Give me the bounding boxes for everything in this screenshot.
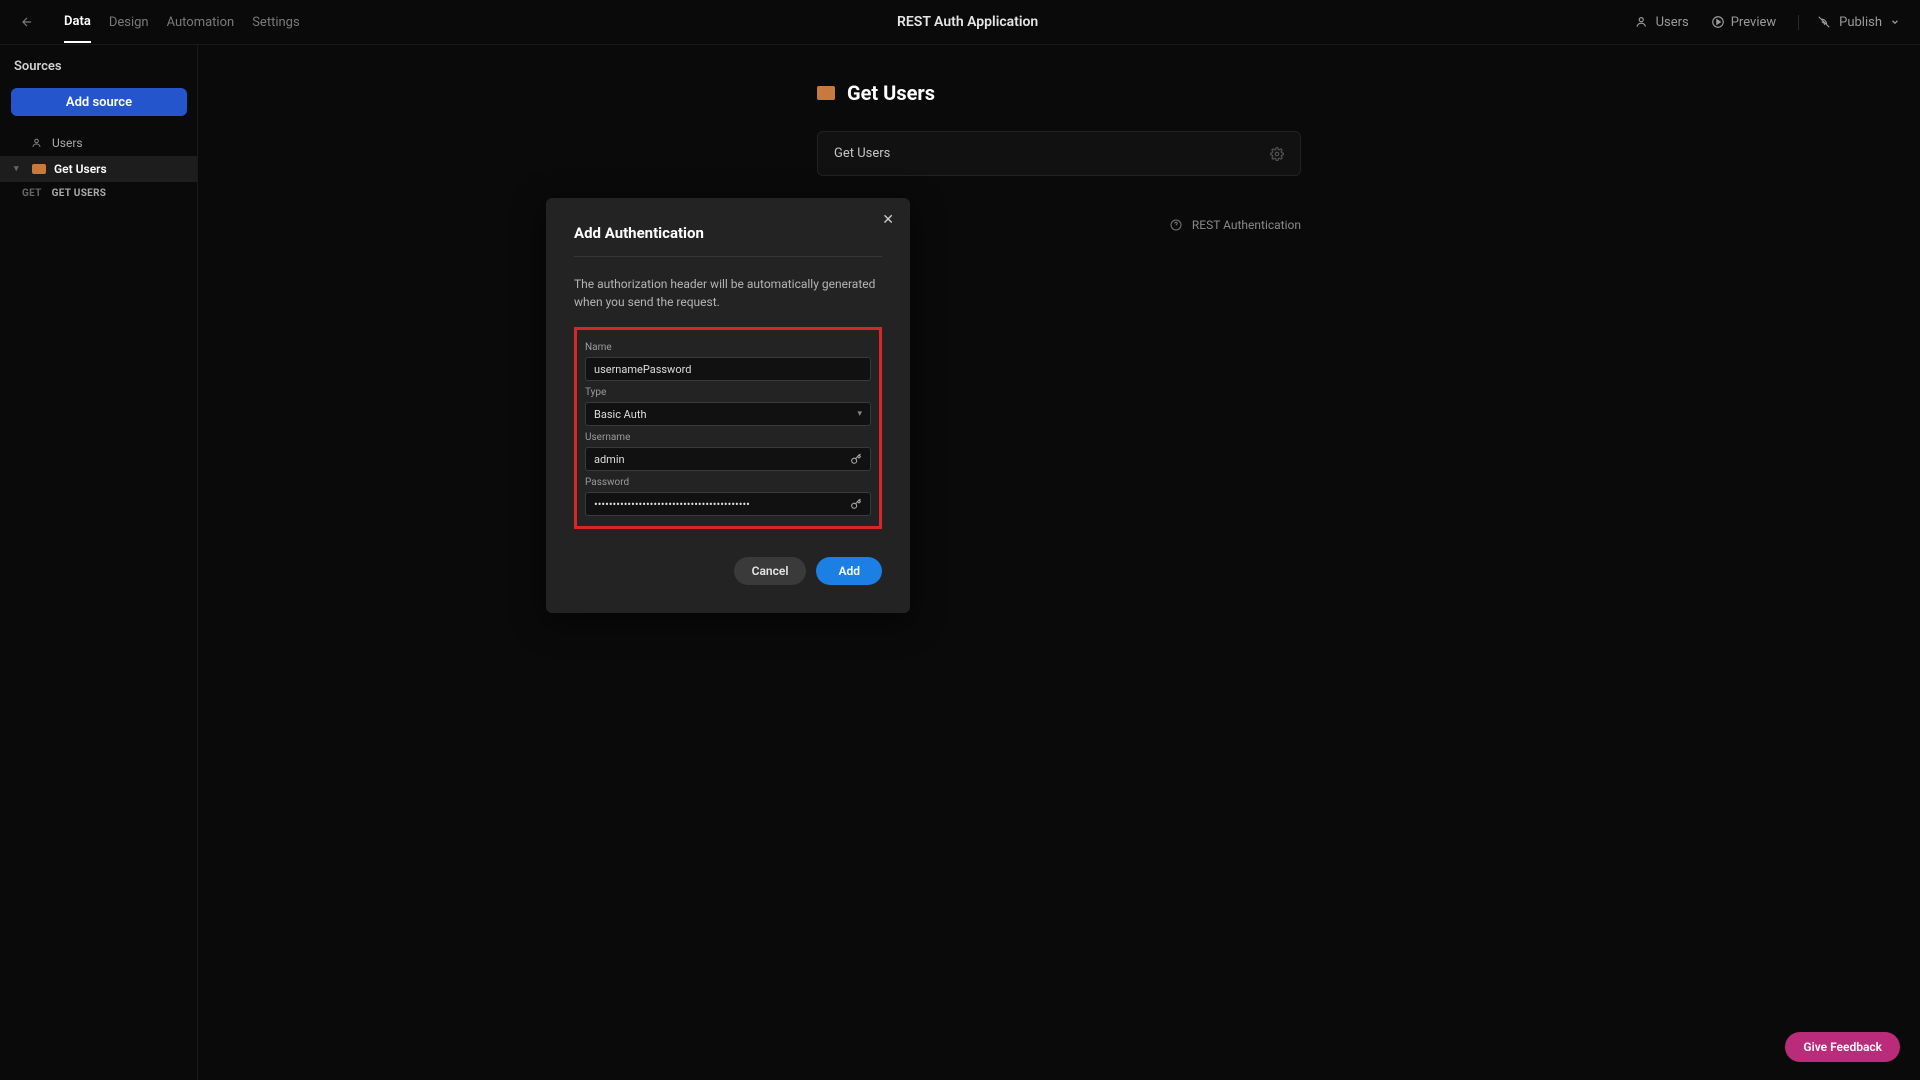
cancel-button[interactable]: Cancel xyxy=(734,557,807,585)
users-link[interactable]: Users xyxy=(1636,15,1689,30)
username-input[interactable] xyxy=(585,447,871,471)
layout: Sources Add source Users ▾ Get Users GET… xyxy=(0,45,1920,1080)
preview-link[interactable]: Preview xyxy=(1711,15,1776,30)
sidebar-item-get-users[interactable]: ▾ Get Users xyxy=(0,156,197,182)
type-value: Basic Auth xyxy=(594,408,647,421)
play-icon xyxy=(1711,15,1725,29)
password-input[interactable] xyxy=(585,492,871,516)
tab-settings[interactable]: Settings xyxy=(252,3,299,42)
users-icon xyxy=(1636,15,1650,29)
back-arrow-icon[interactable] xyxy=(20,15,34,29)
page-title: Get Users xyxy=(847,81,935,105)
chevron-down-icon xyxy=(1890,17,1900,27)
key-icon[interactable] xyxy=(850,453,862,465)
sidebar-title: Sources xyxy=(0,59,197,88)
rest-source-icon xyxy=(32,164,46,174)
endpoint-name: GET USERS xyxy=(52,188,107,199)
preview-label: Preview xyxy=(1731,15,1776,30)
sidebar-endpoint[interactable]: GET GET USERS xyxy=(0,182,197,205)
modal-title: Add Authentication xyxy=(574,224,882,242)
tab-automation[interactable]: Automation xyxy=(167,3,235,42)
app-title: REST Auth Application xyxy=(300,14,1636,30)
type-label: Type xyxy=(585,387,871,398)
help-icon[interactable] xyxy=(1170,219,1182,231)
chevron-down-icon: ▾ xyxy=(857,409,862,419)
topbar: Data Design Automation Settings REST Aut… xyxy=(0,0,1920,45)
topbar-left: Data Design Automation Settings xyxy=(20,2,300,43)
divider xyxy=(574,256,882,257)
sidebar: Sources Add source Users ▾ Get Users GET… xyxy=(0,45,198,1080)
sidebar-item-users[interactable]: Users xyxy=(0,130,197,156)
close-icon[interactable]: ✕ xyxy=(882,212,894,228)
page-head: Get Users xyxy=(817,81,1301,105)
sidebar-item-label: Users xyxy=(52,136,83,150)
chevron-down-icon: ▾ xyxy=(14,164,24,174)
name-label: Name xyxy=(585,342,871,353)
key-icon[interactable] xyxy=(850,498,862,510)
password-field[interactable] xyxy=(594,498,850,511)
table-icon xyxy=(32,137,44,149)
password-label: Password xyxy=(585,477,871,488)
users-label: Users xyxy=(1656,15,1689,30)
name-field[interactable] xyxy=(594,363,862,376)
sidebar-item-label: Get Users xyxy=(54,162,107,176)
highlighted-form-region: Name Type Basic Auth ▾ Username Password xyxy=(574,327,882,529)
rest-auth-label: REST Authentication xyxy=(1192,218,1301,232)
rest-source-icon xyxy=(817,86,835,100)
add-button[interactable]: Add xyxy=(816,557,882,585)
name-input[interactable] xyxy=(585,357,871,381)
chevron-icon xyxy=(14,138,24,148)
give-feedback-button[interactable]: Give Feedback xyxy=(1785,1032,1900,1062)
http-method-label: GET xyxy=(22,188,42,199)
tab-design[interactable]: Design xyxy=(109,3,149,42)
modal-description: The authorization header will be automat… xyxy=(574,275,882,311)
tab-data[interactable]: Data xyxy=(64,2,91,43)
main-content: Get Users Get Users REST Authentication xyxy=(198,45,1920,1080)
publish-button[interactable]: Publish xyxy=(1798,15,1900,30)
source-card[interactable]: Get Users xyxy=(817,131,1301,176)
username-label: Username xyxy=(585,432,871,443)
username-field[interactable] xyxy=(594,453,850,466)
type-select[interactable]: Basic Auth ▾ xyxy=(585,402,871,426)
gear-icon[interactable] xyxy=(1270,147,1284,161)
add-source-button[interactable]: Add source xyxy=(11,88,187,116)
card-title: Get Users xyxy=(834,146,890,161)
topbar-right: Users Preview Publish xyxy=(1636,15,1900,30)
add-authentication-modal: ✕ Add Authentication The authorization h… xyxy=(546,198,910,613)
publish-label: Publish xyxy=(1839,15,1882,30)
publish-icon xyxy=(1817,15,1831,29)
modal-actions: Cancel Add xyxy=(574,557,882,585)
